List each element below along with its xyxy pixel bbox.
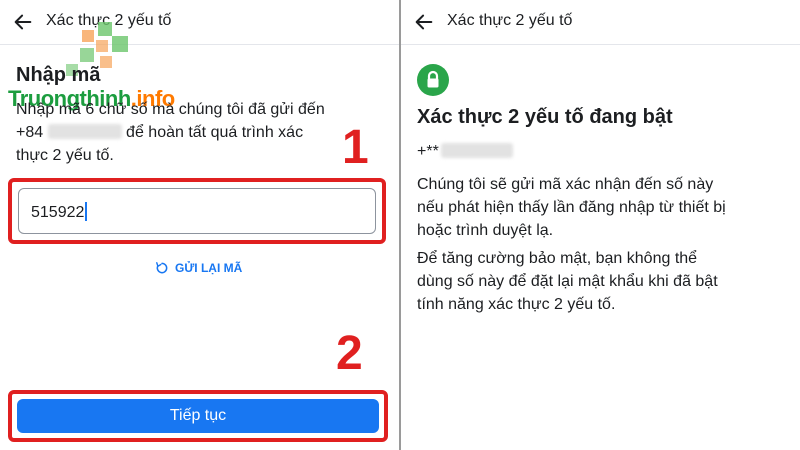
enter-code-screen: Xác thực 2 yếu tố Truongthinh.info Nhập …: [0, 0, 399, 450]
arrow-left-icon[interactable]: [12, 11, 34, 33]
resend-code-link[interactable]: GỬI LẠI MÃ: [155, 261, 242, 275]
arrow-left-icon[interactable]: [413, 11, 435, 33]
blurred-phone-number: [47, 124, 122, 139]
code-instructions: Nhập mã 6 chữ số mà chúng tôi đã gửi đến…: [16, 101, 325, 164]
lock-status-badge: [417, 64, 449, 96]
page-title: Xác thực 2 yếu tố: [447, 12, 573, 29]
enabled-heading: Xác thực 2 yếu tố đang bật: [417, 106, 673, 128]
text-caret: [85, 202, 88, 221]
blurred-phone-number: [440, 143, 513, 158]
two-factor-enabled-screen: Xác thực 2 yếu tố Xác thực 2 yếu tố đang…: [401, 0, 800, 450]
step-marker-2: 2: [336, 327, 363, 380]
page-title: Xác thực 2 yếu tố: [46, 12, 172, 29]
top-bar: Xác thực 2 yếu tố: [0, 0, 399, 45]
enter-code-heading: Nhập mã: [16, 64, 101, 86]
refresh-icon: [156, 262, 168, 274]
continue-button-highlight: Tiếp tục: [8, 390, 388, 442]
top-bar: Xác thực 2 yếu tố: [401, 0, 800, 45]
info-paragraph-1: Chúng tôi sẽ gửi mã xác nhận đến số này …: [417, 176, 726, 239]
continue-button[interactable]: Tiếp tục: [17, 399, 379, 433]
info-paragraph-2: Để tăng cường bảo mật, bạn không thể dùn…: [417, 250, 718, 313]
masked-phone: +**: [417, 140, 513, 163]
step-marker-1: 1: [342, 121, 369, 174]
code-input-highlight: 515922: [8, 178, 386, 244]
lock-icon: [427, 70, 439, 88]
code-input[interactable]: 515922: [18, 188, 376, 234]
